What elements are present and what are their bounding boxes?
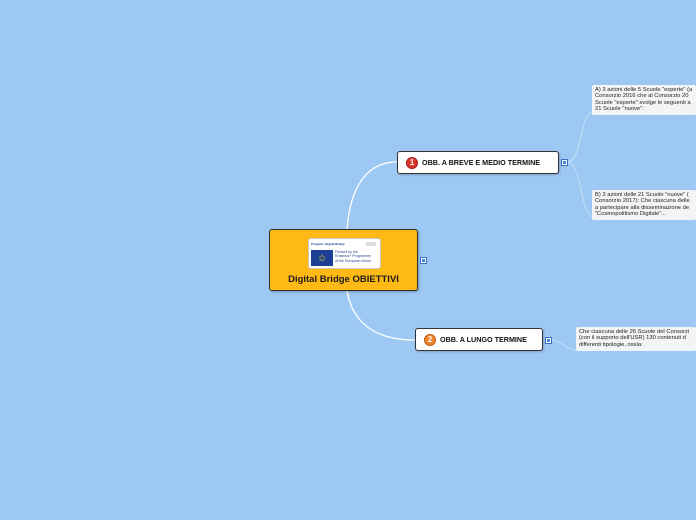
logo-badge-icon [366, 242, 376, 246]
connector-root-topic1 [346, 161, 398, 230]
erasmus-logo: Progetto: Digital Bridge ✩ Funded by the… [308, 238, 381, 269]
root-title: Digital Bridge OBIETTIVI [288, 274, 399, 285]
eu-flag-icon: ✩ [311, 250, 333, 266]
logo-project-label: Progetto: Digital Bridge [311, 242, 345, 246]
note-long-term-contents[interactable]: Che ciascuna delle 26 Scuole del Consorz… [576, 327, 696, 351]
connector-root-topic2 [346, 290, 416, 341]
topic-short-medium-term[interactable]: 1 OBB. A BREVE E MEDIO TERMINE [397, 151, 559, 174]
connector-topic2-note [551, 339, 577, 351]
topic-label: OBB. A LUNGO TERMINE [440, 335, 527, 344]
topic-long-term[interactable]: 2 OBB. A LUNGO TERMINE [415, 328, 543, 351]
topic2-collapse-toggle-icon[interactable] [545, 337, 552, 344]
eu-stars-icon: ✩ [318, 253, 326, 263]
topic-number-badge-icon: 1 [406, 156, 418, 169]
topic1-collapse-toggle-icon[interactable] [561, 159, 568, 166]
note-actions-new-schools[interactable]: B) 3 azioni delle 21 Scuole "nuove" ( Co… [592, 190, 696, 220]
topic-label: OBB. A BREVE E MEDIO TERMINE [422, 158, 541, 167]
root-collapse-toggle-icon[interactable] [420, 257, 427, 264]
connector-topic1-note-a [567, 111, 593, 163]
note-actions-expert-schools[interactable]: A) 3 azioni delle 5 Scuole "esperte" (a … [592, 85, 696, 115]
root-topic[interactable]: Progetto: Digital Bridge ✩ Funded by the… [269, 229, 418, 291]
logo-eu-text: Funded by the Erasmus+ Programme of the … [335, 250, 372, 263]
connector-topic1-note-b [567, 161, 593, 218]
topic-number-badge-icon: 2 [424, 333, 436, 346]
